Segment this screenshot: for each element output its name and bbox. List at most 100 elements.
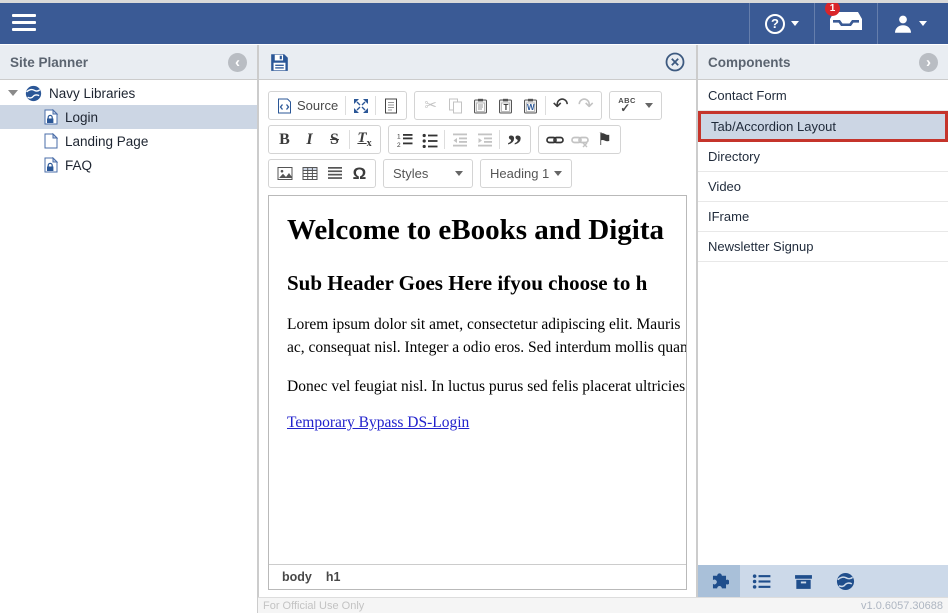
component-item-tab-accordion-layout[interactable]: Tab/Accordion Layout (698, 111, 948, 142)
copy-button[interactable] (443, 93, 468, 118)
spellcheck-button[interactable]: ABC ✓ (613, 93, 658, 118)
remove-format-icon: Tx (357, 130, 371, 149)
styles-dropdown[interactable]: Styles (383, 159, 473, 188)
tree-node-label: Landing Page (65, 134, 148, 149)
source-button[interactable]: Source (272, 93, 343, 118)
link-icon (546, 132, 564, 148)
component-item-video[interactable]: Video (698, 172, 948, 202)
tree-node-faq[interactable]: FAQ (0, 153, 257, 177)
version-label: v1.0.6057.30688 (861, 600, 943, 612)
inbox-button[interactable]: 1 (815, 3, 877, 44)
content-paragraph: Lorem ipsum dolor sit amet, consectetur … (287, 313, 686, 359)
panel-tab-bar (697, 565, 948, 597)
maximize-button[interactable] (348, 93, 373, 118)
chevron-down-icon (554, 171, 562, 176)
path-element-h1[interactable]: h1 (326, 570, 341, 584)
spellcheck-icon: ABC ✓ (618, 97, 636, 115)
numbered-list-button[interactable]: 1 2 (392, 127, 417, 152)
page-editor-panel: Source (258, 45, 697, 597)
notification-badge: 1 (825, 1, 840, 16)
source-label: Source (297, 98, 338, 113)
strikethrough-button[interactable]: S (322, 127, 347, 152)
paste-from-word-button[interactable]: W (518, 93, 543, 118)
globe-icon (25, 85, 42, 102)
paste-button[interactable] (468, 93, 493, 118)
user-menu-button[interactable] (878, 3, 942, 44)
chevron-right-icon: › (926, 55, 931, 70)
italic-button[interactable]: I (297, 127, 322, 152)
copy-icon (448, 98, 463, 114)
toolbar-group-basicstyles: B I S Tx (268, 125, 381, 154)
tab-components[interactable] (698, 565, 740, 597)
blockquote-icon: ” (507, 128, 522, 152)
format-dropdown[interactable]: Heading 1 (480, 159, 572, 188)
chevron-left-icon: ‹ (235, 55, 240, 70)
components-title: Components (708, 55, 791, 70)
chevron-down-icon (645, 103, 653, 108)
tree-node-label: Login (65, 110, 98, 125)
component-item-contact-form[interactable]: Contact Form (698, 81, 948, 111)
path-element-body[interactable]: body (282, 570, 312, 584)
status-strip: For Official Use Only v1.0.6057.30688 (258, 597, 948, 613)
omega-icon: Ω (353, 165, 367, 182)
help-icon: ? (765, 14, 785, 34)
bullet-list-button[interactable] (417, 127, 442, 152)
table-button[interactable] (297, 161, 322, 186)
indent-button[interactable] (472, 127, 497, 152)
horizontal-rule-button[interactable] (322, 161, 347, 186)
bold-icon: B (279, 131, 290, 149)
maximize-icon (353, 98, 369, 114)
bypass-login-link[interactable]: Temporary Bypass DS-Login (287, 414, 469, 432)
chevron-down-icon (455, 171, 463, 176)
templates-button[interactable] (378, 93, 403, 118)
table-icon (302, 166, 318, 181)
classification-label: For Official Use Only (263, 600, 364, 612)
undo-button[interactable]: ↶ (548, 93, 573, 118)
editor-header (259, 45, 696, 80)
component-item-directory[interactable]: Directory (698, 142, 948, 172)
site-tree: Navy Libraries Login (0, 81, 257, 177)
collapse-panel-button[interactable]: › (919, 53, 938, 72)
format-dropdown-value: Heading 1 (490, 166, 549, 181)
chevron-down-icon (919, 21, 927, 26)
top-navigation-bar: ? 1 (0, 0, 948, 44)
unlink-button[interactable] (567, 127, 592, 152)
tree-node-login[interactable]: Login (0, 105, 257, 129)
image-button[interactable] (272, 161, 297, 186)
components-header: Components › (698, 45, 948, 80)
paste-as-text-button[interactable]: T (493, 93, 518, 118)
outdent-button[interactable] (447, 127, 472, 152)
component-item-iframe[interactable]: IFrame (698, 202, 948, 232)
help-menu-button[interactable]: ? (750, 3, 814, 44)
svg-text:1: 1 (397, 133, 401, 140)
tree-node-label: Navy Libraries (49, 86, 135, 101)
tree-node-landing-page[interactable]: Landing Page (0, 129, 257, 153)
person-icon (893, 14, 913, 34)
tree-expand-icon[interactable] (8, 90, 18, 96)
bold-button[interactable]: B (272, 127, 297, 152)
tab-globe[interactable] (824, 565, 866, 597)
toolbar-group-links: ⚑ (538, 125, 621, 154)
redo-button[interactable]: ↷ (573, 93, 598, 118)
special-char-button[interactable]: Ω (347, 161, 372, 186)
content-paragraph: Donec vel feugiat nisl. In luctus purus … (287, 375, 686, 398)
save-button[interactable] (270, 53, 289, 72)
cut-button[interactable]: ✂ (418, 93, 443, 118)
tab-archive[interactable] (782, 565, 824, 597)
content-heading: Welcome to eBooks and Digita (287, 212, 686, 248)
tree-node-navy-libraries[interactable]: Navy Libraries (0, 81, 257, 105)
remove-format-button[interactable]: Tx (352, 127, 377, 152)
link-button[interactable] (542, 127, 567, 152)
collapse-panel-button[interactable]: ‹ (228, 53, 247, 72)
hamburger-menu-icon[interactable] (12, 14, 36, 31)
anchor-button[interactable]: ⚑ (592, 127, 617, 152)
editable-content-area[interactable]: Welcome to eBooks and Digita Sub Header … (269, 196, 686, 564)
chevron-down-icon (791, 21, 799, 26)
puzzle-icon (710, 572, 729, 591)
tab-list[interactable] (740, 565, 782, 597)
component-item-newsletter-signup[interactable]: Newsletter Signup (698, 232, 948, 262)
close-editor-button[interactable] (665, 52, 685, 72)
blockquote-button[interactable]: ” (502, 127, 527, 152)
toolbar-group-insert: Ω (268, 159, 376, 188)
content-subheading: Sub Header Goes Here ifyou choose to h (287, 269, 686, 297)
